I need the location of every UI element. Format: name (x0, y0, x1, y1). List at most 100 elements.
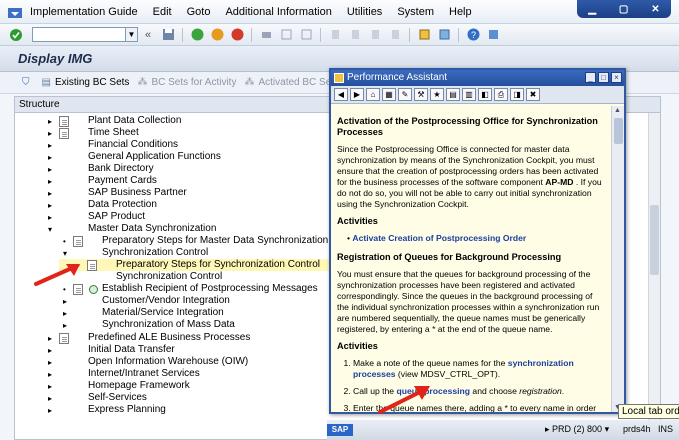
create-session-icon[interactable] (416, 27, 432, 43)
tree-node[interactable]: Preparatory Steps for Synchronization Co… (116, 259, 320, 271)
standard-toolbar: ▼ « ? (0, 24, 679, 46)
pa-release-notes-icon[interactable]: ◧ (478, 88, 492, 101)
activated-bc-sets-button[interactable]: ⁂ Activated BC Sets (244, 77, 339, 88)
find-icon[interactable] (278, 27, 294, 43)
pa-print-icon[interactable]: ⎙ (494, 88, 508, 101)
command-field[interactable] (32, 27, 126, 42)
scrollbar-thumb[interactable] (650, 205, 659, 275)
pa-edit-icon[interactable]: ✎ (398, 88, 412, 101)
host-name: prds4h (623, 424, 651, 434)
menu-help[interactable]: Help (449, 6, 472, 18)
sap-menu-icon[interactable] (8, 5, 22, 19)
tree-node[interactable]: Payment Cards (88, 175, 157, 187)
find-next-icon[interactable] (298, 27, 314, 43)
tree-node[interactable]: Open Information Warehouse (OIW) (88, 356, 248, 368)
tree-node[interactable]: Customer/Vendor Integration (102, 295, 230, 307)
pa-maximize-icon[interactable]: □ (598, 72, 609, 83)
pa-export-icon[interactable]: ◨ (510, 88, 524, 101)
tree-node[interactable]: Express Planning (88, 404, 166, 416)
heading-registration: Registration of Queues for Background Pr… (337, 252, 562, 262)
system-info[interactable]: ▸ PRD (2) 800 ▾ (545, 424, 609, 435)
activate-link-item: • Activate Creation of Postprocessing Or… (347, 233, 527, 243)
menu-implementation-guide[interactable]: Implementation Guide (30, 6, 138, 18)
bc-sets-for-activity-button[interactable]: ⁂ BC Sets for Activity (137, 77, 236, 88)
save-icon[interactable] (160, 27, 176, 43)
first-page-icon[interactable] (327, 27, 343, 43)
sap-logo-icon: SAP (327, 424, 353, 436)
status-dropdown-icon[interactable]: ▸ (545, 424, 552, 434)
status-system-dropdown-icon[interactable]: ▾ (602, 424, 610, 434)
tree-node[interactable]: Master Data Synchronization (88, 223, 216, 235)
existing-bc-sets-label: Existing BC Sets (54, 77, 130, 88)
tree-node[interactable]: Synchronization of Mass Data (102, 319, 235, 331)
tree-node[interactable]: Synchronization Control (116, 271, 222, 283)
menu-system[interactable]: System (397, 6, 434, 18)
tree-node[interactable]: SAP Product (88, 211, 145, 223)
enter-icon[interactable] (8, 27, 24, 43)
pa-glossary-icon[interactable]: ▥ (462, 88, 476, 101)
next-page-icon[interactable] (367, 27, 383, 43)
maximize-icon[interactable]: ▢ (619, 4, 628, 15)
close-icon[interactable]: ✕ (651, 4, 659, 15)
toolbar-separator (458, 27, 459, 42)
tree-node[interactable]: Bank Directory (88, 163, 154, 175)
tree-node[interactable]: Internet/Intranet Services (88, 368, 200, 380)
previous-page-icon[interactable] (347, 27, 363, 43)
pa-close-icon[interactable]: × (611, 72, 622, 83)
tree-node[interactable]: Establish Recipient of Postprocessing Me… (102, 283, 318, 295)
cancel-icon[interactable] (229, 27, 245, 43)
pa-tools-icon[interactable]: ⚒ (414, 88, 428, 101)
pa-home-icon[interactable]: ⌂ (366, 88, 380, 101)
command-field-dropdown-icon[interactable]: ▼ (126, 27, 138, 42)
tree-node[interactable]: Homepage Framework (88, 380, 190, 392)
generate-shortcut-icon[interactable] (436, 27, 452, 43)
pa-back-icon[interactable]: ◀ (334, 88, 348, 101)
menu-edit[interactable]: Edit (153, 6, 172, 18)
scroll-up-icon[interactable]: ▲ (614, 107, 621, 114)
tree-node[interactable]: Preparatory Steps for Master Data Synchr… (102, 235, 328, 247)
minimize-icon[interactable]: ▁ (588, 4, 596, 15)
tree-node[interactable]: Financial Conditions (88, 139, 178, 151)
documentation-icon[interactable] (59, 128, 69, 139)
customize-layout-icon[interactable] (485, 27, 501, 43)
menu-utilities[interactable]: Utilities (347, 6, 382, 18)
activate-creation-link[interactable]: Activate Creation of Postprocessing Orde… (352, 233, 526, 243)
tree-node[interactable]: Time Sheet (88, 127, 139, 139)
menu-goto[interactable]: Goto (187, 6, 211, 18)
pa-bookmark-icon[interactable]: ★ (430, 88, 444, 101)
tree-node[interactable]: Predefined ALE Business Processes (88, 332, 250, 344)
pa-application-help-icon[interactable]: ▤ (446, 88, 460, 101)
documentation-icon[interactable] (59, 333, 69, 344)
pa-technical-info-icon[interactable]: ▦ (382, 88, 396, 101)
performance-assistant-titlebar[interactable]: Performance Assistant _ □ × (331, 70, 624, 86)
pa-forward-icon[interactable]: ▶ (350, 88, 364, 101)
pa-minimize-icon[interactable]: _ (585, 72, 596, 83)
documentation-icon[interactable] (59, 116, 69, 127)
pa-scrollbar-thumb[interactable] (614, 118, 623, 144)
tree-node[interactable]: Material/Service Integration (102, 307, 224, 319)
tree-node[interactable]: Initial Data Transfer (88, 344, 175, 356)
documentation-icon[interactable] (73, 236, 83, 247)
collapse-toolbar-icon[interactable]: « (140, 27, 156, 43)
back-icon[interactable] (189, 27, 205, 43)
help-icon[interactable]: ? (465, 27, 481, 43)
menu-additional-information[interactable]: Additional Information (225, 6, 331, 18)
tree-node[interactable]: General Application Functions (88, 151, 221, 163)
existing-bc-sets-button[interactable]: ▤ Existing BC Sets (42, 77, 130, 88)
last-page-icon[interactable] (387, 27, 403, 43)
pa-vertical-scrollbar[interactable]: ▲ ▼ (611, 106, 624, 412)
filter-icon-button[interactable]: ⛉ (22, 77, 34, 88)
pa-close-view-icon[interactable]: ✖ (526, 88, 540, 101)
tree-node[interactable]: Plant Data Collection (88, 115, 181, 127)
registration-term: registration (519, 386, 562, 396)
tree-vertical-scrollbar[interactable] (648, 113, 660, 439)
exit-icon[interactable] (209, 27, 225, 43)
print-icon[interactable] (258, 27, 274, 43)
documentation-icon[interactable] (87, 260, 97, 271)
tree-node[interactable]: Synchronization Control (102, 247, 208, 259)
tree-node[interactable]: Data Protection (88, 199, 157, 211)
execute-activity-icon[interactable] (89, 285, 98, 294)
toolbar-separator (409, 27, 410, 42)
tree-node[interactable]: Self-Services (88, 392, 147, 404)
tree-node[interactable]: SAP Business Partner (88, 187, 187, 199)
